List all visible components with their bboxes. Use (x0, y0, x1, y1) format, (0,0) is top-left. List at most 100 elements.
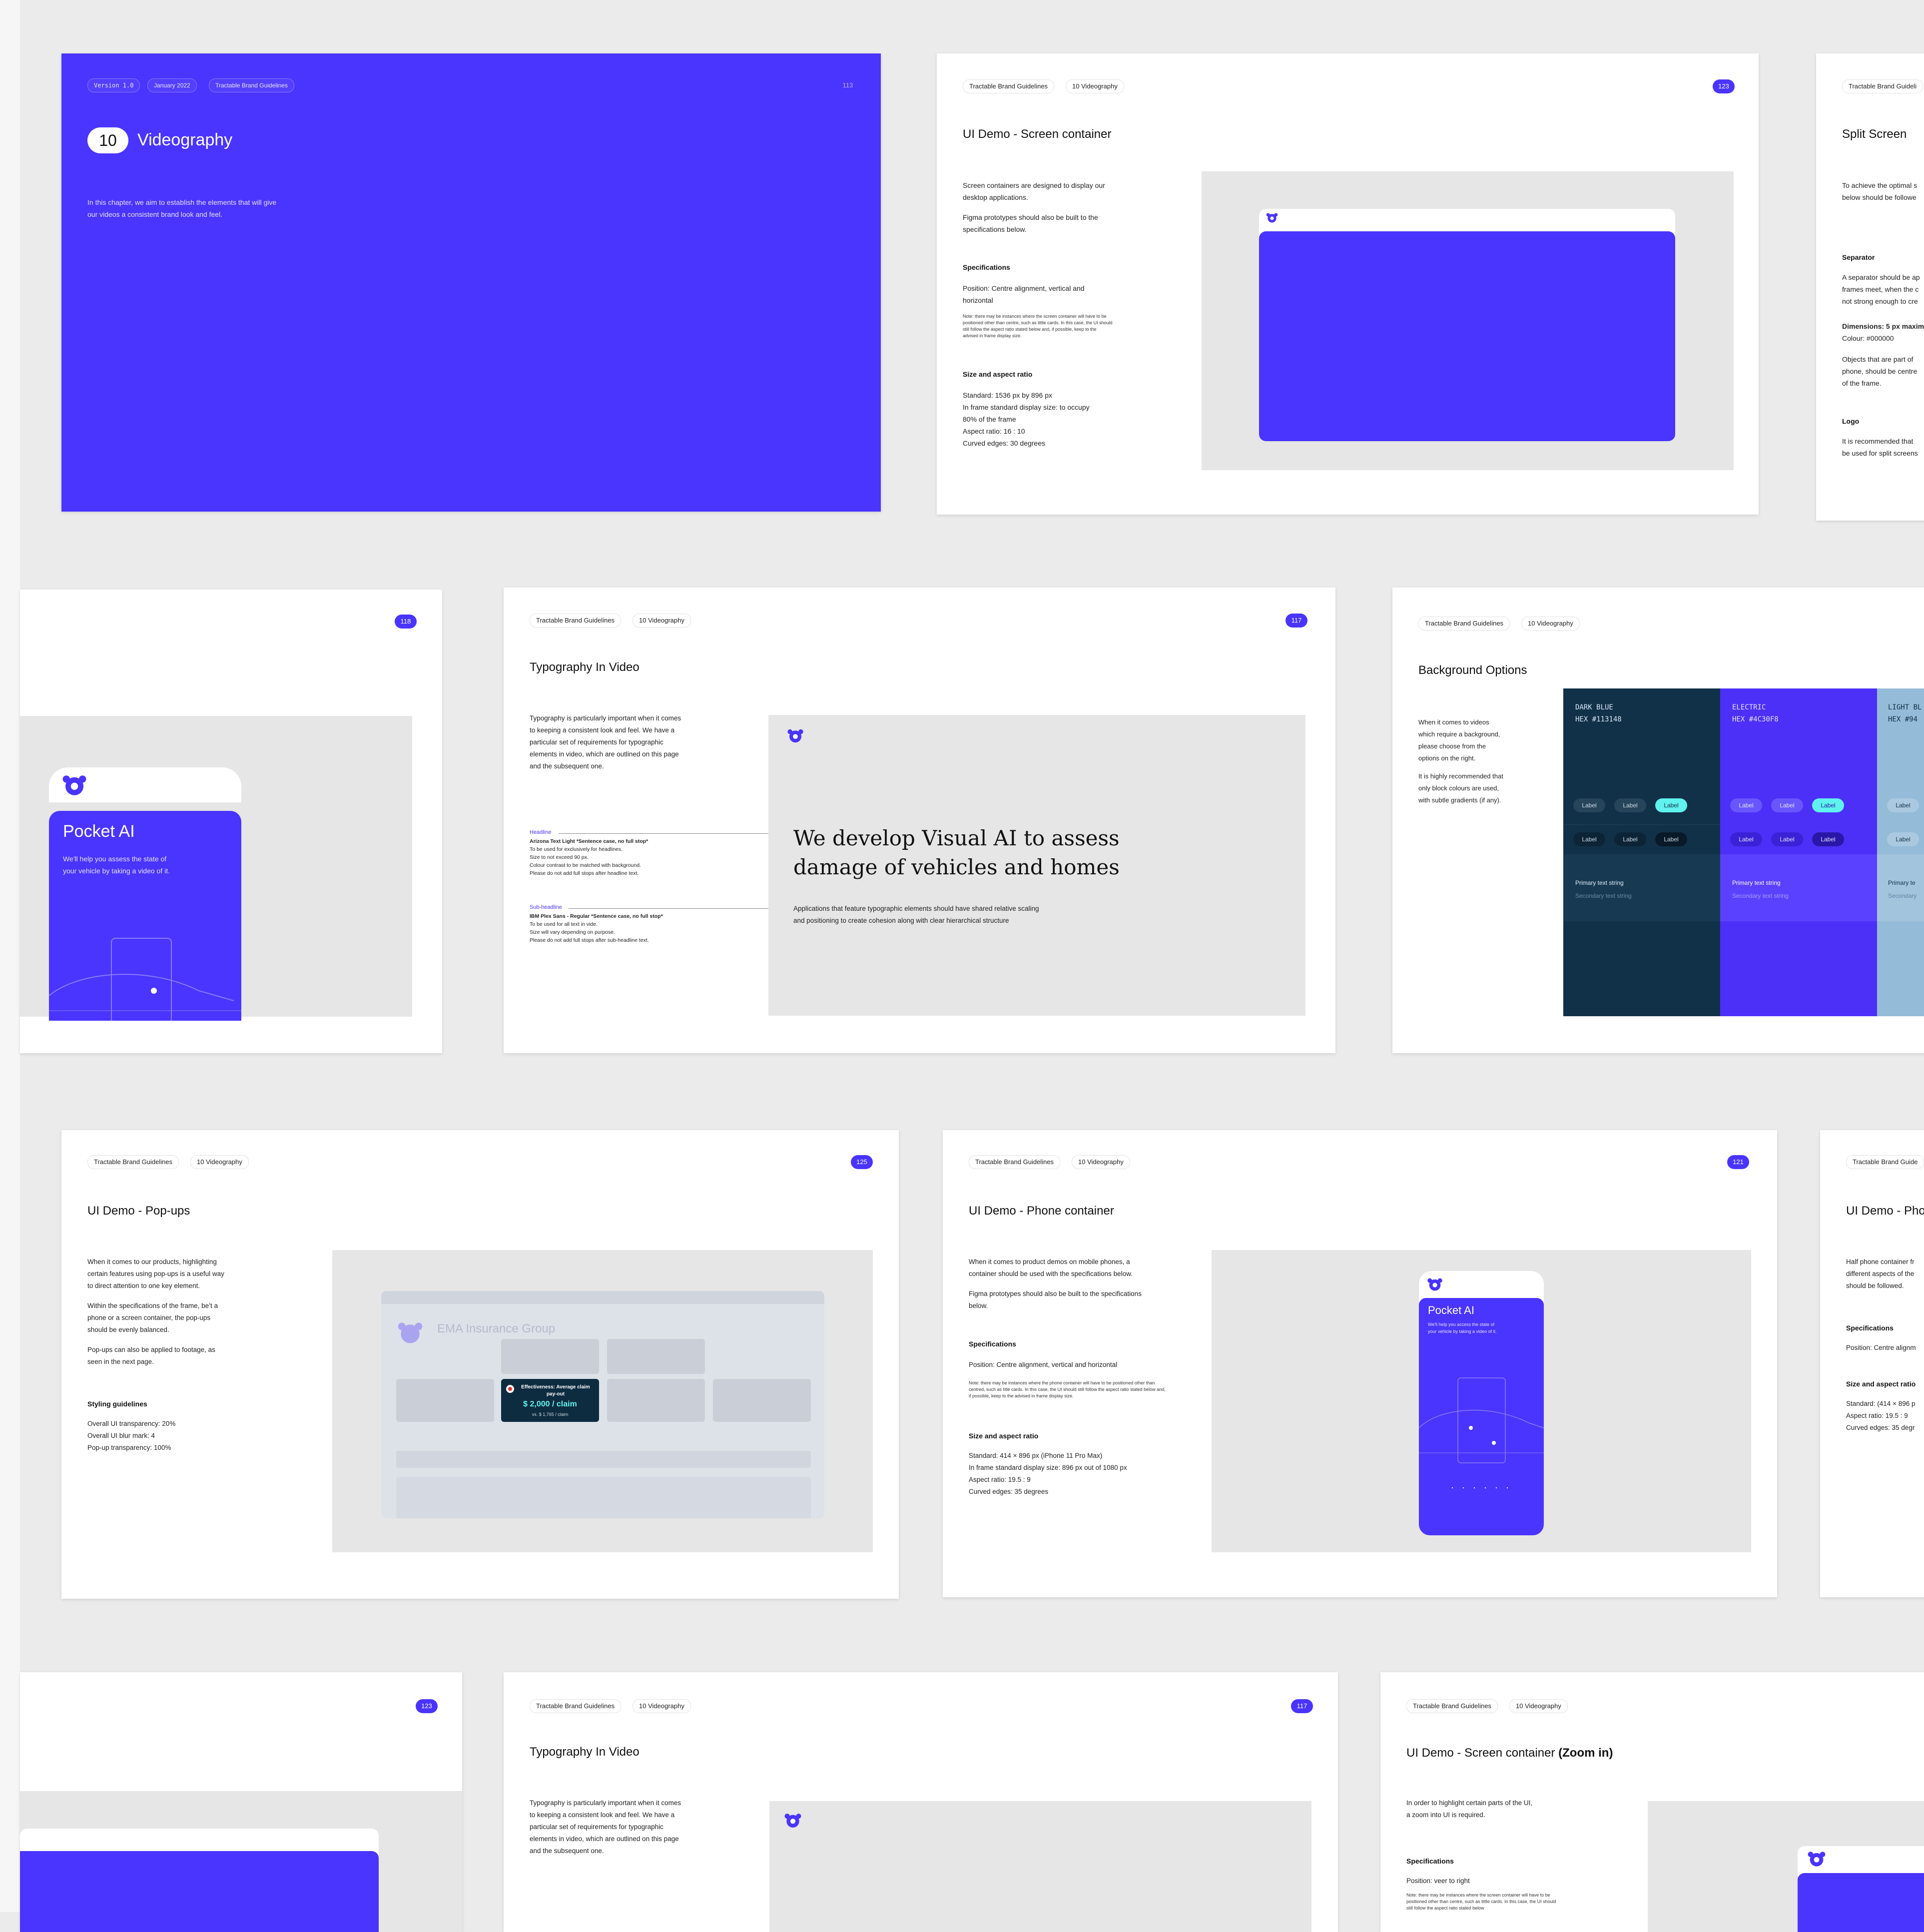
sample-headline-2: damage of vehicles and homes (793, 855, 1120, 879)
swatch-name-text: ELECTRIC (1732, 703, 1766, 711)
text-line: We'll help you access the state of (1428, 1322, 1495, 1327)
spec-text: Position: veer to right (1406, 1877, 1470, 1885)
size-line: Standard: (414 × 896 p (1846, 1400, 1916, 1407)
description: When it comes to our products, highlight… (87, 1256, 224, 1368)
chapter-intro-1: In this chapter, we aim to establish the… (87, 198, 277, 206)
primary-text: Primary text string (1732, 879, 1781, 886)
chapter-intro-2: our videos a consistent brand look and f… (87, 210, 223, 218)
app-title: Pocket AI (63, 822, 135, 841)
label-chip-active[interactable]: Label (1812, 798, 1844, 812)
label-chip[interactable]: Label (1812, 832, 1844, 846)
preview-area (20, 1791, 462, 1932)
text-line: to keeping a consistent look and feel. W… (530, 1811, 675, 1819)
text-line: When it comes to product demos on mobile… (969, 1258, 1130, 1266)
faded-chart-area (396, 1477, 811, 1518)
sample-headline-1: We develop Visual AI to assess (793, 826, 1120, 850)
slide-title: UI Demo - Screen container (Zoom in) (1406, 1746, 1613, 1760)
page-number: 117 (1291, 1699, 1313, 1713)
text-line: It is highly recommended that (1418, 772, 1503, 780)
preview-area: Pocket AI We'll help you assess the stat… (20, 716, 412, 1021)
text-line: To be used for all text in vide. (530, 921, 598, 927)
label-chip[interactable]: Label (1730, 832, 1762, 846)
text-panel (1877, 854, 1924, 921)
slide-split-screen[interactable]: Tractable Brand Guideli Split Screen To … (1816, 53, 1924, 521)
text-line: Size will vary depending on purpose. (530, 929, 616, 935)
text-line: options on the right. (1418, 754, 1476, 762)
text-line: Dimensions: 5 px maxim (1842, 322, 1924, 330)
label-chip[interactable]: Label (1655, 832, 1687, 846)
chapter-pill: 10 Videography (1072, 1155, 1130, 1169)
screen-container (1259, 231, 1675, 441)
objects-text: Objects that are part of phone, should b… (1842, 353, 1917, 389)
preview-area: We develop Visual AI to assess damage of… (768, 715, 1305, 1016)
slide-phone-container[interactable]: Tractable Brand Guidelines 10 Videograph… (943, 1130, 1777, 1597)
size-line: Aspect ratio: 16 : 10 (963, 427, 1025, 435)
slide-screen-container-partial[interactable]: 123 (20, 1672, 462, 1932)
text-line: Colour contrast to be matched with backg… (530, 862, 641, 868)
description-p1: Screen containers are designed to displa… (963, 181, 1105, 201)
size-line: In frame standard display size: 896 px o… (969, 1464, 1127, 1471)
label-chip[interactable]: Label (1614, 832, 1646, 846)
label-chip[interactable]: Label (1771, 832, 1803, 846)
swatch-hex-text: HEX #94 (1888, 715, 1918, 723)
popup-card[interactable]: Effectiveness: Average claim pay-out $ 2… (501, 1379, 599, 1422)
popup-subvalue: vs. $ 1,765 / claim (532, 1412, 569, 1417)
chapter-pill: 10 Videography (1066, 79, 1124, 93)
separator-dimensions: Dimensions: 5 px maxim Colour: #000000 (1842, 320, 1924, 344)
faded-card (396, 1379, 494, 1422)
app-subtitle: We'll help you assess the state of your … (63, 853, 170, 877)
chapter-pill: 10 Videography (1521, 617, 1580, 631)
text-line: be used for split screens (1842, 449, 1918, 457)
label-chip[interactable]: Label (1573, 798, 1605, 812)
secondary-text: Secondary (1888, 892, 1917, 899)
intro: To achieve the optimal s below should be… (1842, 179, 1924, 203)
text-line: Typography is particularly important whe… (530, 714, 681, 722)
phone-screen: Pocket AI We'll help you assess the stat… (49, 811, 241, 1021)
slide-screen-container[interactable]: Tractable Brand Guidelines 10 Videograph… (937, 53, 1759, 515)
text-line: please choose from the (1418, 742, 1486, 750)
slide-background-options[interactable]: Tractable Brand Guidelines 10 Videograph… (1392, 588, 1924, 1053)
brand-pill: Tractable Brand Guidelines (1418, 617, 1510, 631)
slide-typography[interactable]: Tractable Brand Guidelines 10 Videograph… (504, 588, 1335, 1053)
slide-typography-2[interactable]: Tractable Brand Guidelines 10 Videograph… (504, 1672, 1338, 1932)
page-number: 118 (395, 615, 417, 629)
car-outline-illustration (1419, 1377, 1544, 1488)
label-chip[interactable]: Label (1573, 832, 1605, 846)
text-panel (1563, 854, 1720, 921)
label-chip[interactable]: Label (1771, 798, 1803, 812)
label-chip[interactable]: Label (1887, 832, 1919, 846)
slide-pocket-ai[interactable]: 118 Pocket AI We'll help you assess the … (20, 590, 442, 1053)
size-line: Standard: 1536 px by 896 px (963, 391, 1053, 399)
chapter-pill: 10 Videography (633, 1699, 691, 1713)
styling-lines: Overall UI transparency: 20% Overall UI … (87, 1418, 175, 1454)
slide-screen-zoom[interactable]: Tractable Brand Guidelines 10 Videograph… (1380, 1672, 1924, 1932)
size-line: 80% of the frame (963, 415, 1016, 423)
text-line: In order to highlight certain parts of t… (1406, 1799, 1533, 1807)
text-line: certain features using pop-ups is a usef… (87, 1270, 224, 1278)
slide-title: Typography In Video (530, 1745, 640, 1759)
slide-cover-videography[interactable]: Version 1.0 January 2022 Tractable Brand… (61, 53, 881, 512)
spec-heading: Specifications (1406, 1857, 1454, 1865)
intro: In order to highlight certain parts of t… (1406, 1797, 1532, 1821)
label-chip[interactable]: Label (1614, 798, 1646, 812)
size-lines: Standard: 1536 px by 896 px In frame sta… (963, 389, 1123, 449)
text-line: Typography is particularly important whe… (530, 1799, 681, 1807)
text-line: below. (969, 1302, 988, 1309)
slide-popups[interactable]: Tractable Brand Guidelines 10 Videograph… (61, 1130, 899, 1599)
description: When it comes to product demos on mobile… (969, 1256, 1142, 1312)
spec-heading: Specifications (963, 263, 1010, 271)
label-chip[interactable]: Label (1730, 798, 1762, 812)
popup-label: Effectiveness: Average claim pay-out (521, 1384, 590, 1397)
faded-card (501, 1339, 599, 1374)
tractable-logo-icon (787, 729, 803, 743)
slide-half-phone[interactable]: Tractable Brand Guide UI Demo - Pho Half… (1820, 1130, 1924, 1597)
label-chip[interactable]: Label (1887, 798, 1919, 812)
swatch-electric: ELECTRIC HEX #4C30F8 Label Label Label L… (1720, 688, 1877, 1016)
label-chip-active[interactable]: Label (1655, 798, 1687, 812)
text-line: your vehicle by taking a video of it. (63, 867, 170, 875)
brand-pill: Tractable Brand Guidelines (1406, 1699, 1498, 1713)
text-line: should be evenly balanced. (87, 1326, 169, 1333)
slide-title: Typography In Video (530, 660, 640, 674)
